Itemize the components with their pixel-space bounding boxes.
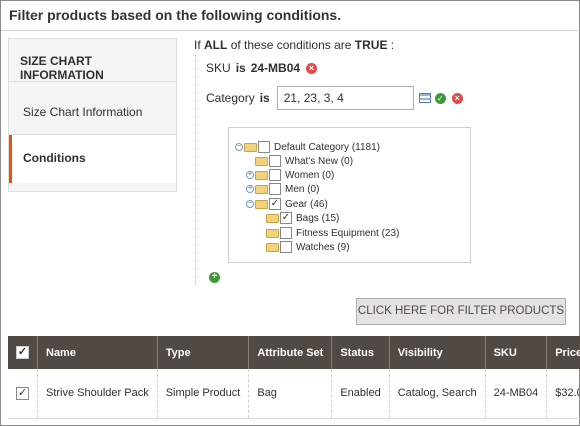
value-select[interactable]: TRUE xyxy=(355,38,388,52)
column-header-status[interactable]: Status xyxy=(331,336,390,369)
sku-value[interactable]: 24-MB04 xyxy=(251,61,300,75)
cell-status: Enabled xyxy=(331,369,390,419)
cell-attribute-set: Bag xyxy=(248,369,333,419)
tree-node-label: Women (0) xyxy=(285,169,335,181)
tab-size-chart-information[interactable]: Size Chart Information xyxy=(9,89,176,135)
tree-checkbox[interactable]: ✓ xyxy=(269,198,281,210)
cell-visibility: Catalog, Search xyxy=(389,369,486,419)
tree-checkbox[interactable] xyxy=(280,241,292,253)
table-row: ✓ Strive Shoulder Pack Simple Product Ba… xyxy=(8,369,580,419)
column-header-visibility[interactable]: Visibility xyxy=(389,336,486,369)
expand-icon[interactable]: + xyxy=(246,171,254,179)
collapse-icon[interactable]: − xyxy=(235,143,243,151)
tree-node-men[interactable]: + Men (0) xyxy=(246,182,319,196)
tree-node-label: Watches (9) xyxy=(296,241,350,253)
conditions-guide-line xyxy=(195,55,196,285)
tree-node-default-category[interactable]: − Default Category (1181) xyxy=(235,140,380,154)
folder-icon xyxy=(266,242,279,252)
remove-sku-condition-icon[interactable]: × xyxy=(306,62,318,74)
tree-checkbox[interactable] xyxy=(258,141,270,153)
cell-name: Strive Shoulder Pack xyxy=(37,369,158,419)
conditions-aggregator-line: If ALL of these conditions are TRUE : xyxy=(194,38,394,52)
tree-node-label: What's New (0) xyxy=(285,155,354,167)
row-checkbox[interactable]: ✓ xyxy=(16,386,29,400)
aggregator-select[interactable]: ALL xyxy=(204,38,227,52)
tree-node-watches[interactable]: Watches (9) xyxy=(266,240,350,254)
select-all-column: ✓ xyxy=(8,336,38,369)
collapse-icon[interactable]: − xyxy=(246,200,254,208)
expand-icon[interactable]: + xyxy=(246,185,254,193)
add-condition-icon[interactable]: + xyxy=(209,272,220,283)
row-select-cell: ✓ xyxy=(8,369,38,419)
category-tree: − Default Category (1181) What's New (0)… xyxy=(228,127,471,263)
select-all-checkbox[interactable]: ✓ xyxy=(16,346,29,359)
folder-icon xyxy=(244,142,257,152)
cell-price: $32.00 xyxy=(546,369,580,419)
column-header-type[interactable]: Type xyxy=(157,336,250,369)
filter-products-button[interactable]: CLICK HERE FOR FILTER PRODUCTS xyxy=(356,298,566,325)
tree-node-label: Men (0) xyxy=(285,183,320,195)
column-header-price[interactable]: Price xyxy=(547,336,580,369)
title-divider xyxy=(1,30,578,31)
category-attribute[interactable]: Category xyxy=(206,91,255,105)
folder-icon xyxy=(266,228,279,238)
if-prefix: If xyxy=(194,38,201,52)
apply-check-icon[interactable]: ✓ xyxy=(434,92,446,104)
folder-icon xyxy=(255,170,268,180)
tab-conditions[interactable]: Conditions xyxy=(9,135,176,183)
tree-node-gear[interactable]: − ✓ Gear (46) xyxy=(246,197,328,211)
tree-node-label: Fitness Equipment (23) xyxy=(296,227,400,239)
tabs-header: SIZE CHART INFORMATION xyxy=(9,39,176,82)
folder-icon xyxy=(255,199,268,209)
condition-category: Category is ✓ × xyxy=(206,86,463,110)
tree-node-label: Default Category (1181) xyxy=(274,141,380,153)
aggregator-middle: of these conditions are xyxy=(230,38,352,52)
tree-node-label: Gear (46) xyxy=(285,198,328,210)
products-grid: ✓ Name Type Attribute Set Status Visibil… xyxy=(8,336,580,419)
tree-node-bags[interactable]: ✓ Bags (15) xyxy=(266,211,339,225)
tree-checkbox[interactable] xyxy=(269,169,281,181)
category-value-input[interactable] xyxy=(276,86,414,110)
column-header-sku[interactable]: SKU xyxy=(485,336,548,369)
tree-node-women[interactable]: + Women (0) xyxy=(246,168,334,182)
chooser-list-icon[interactable] xyxy=(418,93,431,103)
column-header-attribute-set[interactable]: Attribute Set xyxy=(248,336,333,369)
folder-icon xyxy=(255,184,268,194)
tree-node-label: Bags (15) xyxy=(296,212,340,224)
column-header-name[interactable]: Name xyxy=(37,336,158,369)
tree-node-whats-new[interactable]: What's New (0) xyxy=(255,154,353,168)
aggregator-suffix: : xyxy=(390,38,395,52)
tabs-panel: SIZE CHART INFORMATION Size Chart Inform… xyxy=(8,38,177,192)
sku-operator[interactable]: is xyxy=(236,61,246,75)
tree-node-fitness-equipment[interactable]: Fitness Equipment (23) xyxy=(266,226,399,240)
grid-header-row: ✓ Name Type Attribute Set Status Visibil… xyxy=(8,336,580,369)
page-title: Filter products based on the following c… xyxy=(9,7,342,23)
tree-checkbox[interactable] xyxy=(280,227,292,239)
sku-attribute[interactable]: SKU xyxy=(206,61,231,75)
folder-icon xyxy=(266,213,279,223)
tree-checkbox[interactable] xyxy=(269,155,281,167)
condition-sku: SKU is 24-MB04 × xyxy=(206,61,318,75)
tree-checkbox[interactable]: ✓ xyxy=(280,212,292,224)
folder-icon xyxy=(255,156,268,166)
tree-checkbox[interactable] xyxy=(269,183,281,195)
remove-category-condition-icon[interactable]: × xyxy=(451,92,463,104)
category-operator[interactable]: is xyxy=(260,91,270,105)
cell-type: Simple Product xyxy=(157,369,250,419)
cell-sku: 24-MB04 xyxy=(485,369,548,419)
